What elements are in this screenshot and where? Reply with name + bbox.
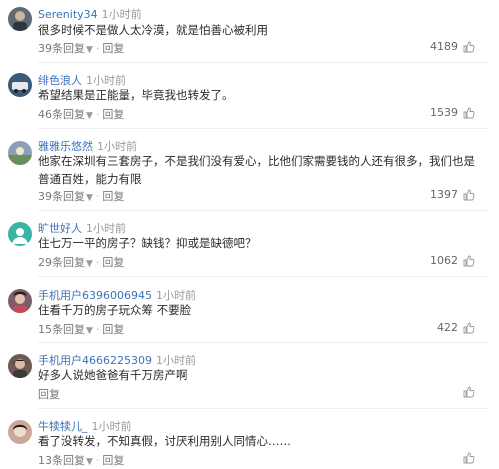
comment-text: 他家在深圳有三套房子，不是我们没有爱心，比他们家需要钱的人还有很多，我们也是普通… xyxy=(38,154,475,186)
user-avatar-icon xyxy=(8,222,32,246)
divider xyxy=(38,408,489,409)
comment-actions: 13条回复▼ · 回复 xyxy=(38,454,125,467)
comment-actions: 15条回复▼ · 回复 xyxy=(38,323,125,336)
like-group[interactable] xyxy=(458,386,475,398)
thumbs-up-icon xyxy=(463,107,475,118)
like-group[interactable]: 1062 xyxy=(430,254,475,267)
user-avatar-icon xyxy=(8,420,32,444)
avatar[interactable] xyxy=(8,420,32,444)
chevron-down-icon: ▼ xyxy=(86,457,93,467)
divider xyxy=(38,342,489,343)
avatar[interactable] xyxy=(8,73,32,97)
comment-item: 手机用户4666225309 1小时前 好多人说她爸爸有千万房产啊 回复 xyxy=(0,350,499,405)
comment-actions: 回复 xyxy=(38,386,60,402)
comment-meta: Serenity34 1小时前 xyxy=(38,6,142,22)
reply-button[interactable]: 回复 xyxy=(102,454,124,467)
reply-count-link[interactable]: 46条回复 xyxy=(38,108,85,121)
chevron-down-icon: ▼ xyxy=(86,193,93,203)
comment-text: 好多人说她爸爸有千万房产啊 xyxy=(38,368,188,382)
avatar[interactable] xyxy=(8,7,32,31)
thumbs-up-icon xyxy=(463,41,475,52)
user-avatar-icon xyxy=(8,7,32,31)
avatar[interactable] xyxy=(8,141,32,165)
comment-item: 旷世好人 1小时前 住七万一平的房子？缺钱？抑或是缺德吧？ 29条回复▼ · 回复 1… xyxy=(0,218,499,273)
timestamp: 1小时前 xyxy=(101,8,142,21)
like-group[interactable]: 4189 xyxy=(430,40,475,53)
comment-actions: 29条回复▼ · 回复 xyxy=(38,256,125,269)
reply-button[interactable]: 回复 xyxy=(102,323,124,336)
like-count: 4189 xyxy=(430,40,458,53)
comment-item: 绯色浪人 1小时前 希望结果是正能量，毕竟我也转发了。 46条回复▼ · 回复 153… xyxy=(0,70,499,125)
thumbs-up-icon xyxy=(463,255,475,266)
thumbs-up-icon xyxy=(463,322,475,333)
divider xyxy=(38,62,489,63)
user-avatar-icon xyxy=(8,73,32,97)
comment-actions: 46条回复▼ · 回复 xyxy=(38,108,125,121)
comment-actions: 39条回复▼ · 回复 xyxy=(38,42,125,55)
thumbs-up-icon xyxy=(463,386,475,398)
chevron-down-icon: ▼ xyxy=(86,45,93,55)
comment-text: 希望结果是正能量，毕竟我也转发了。 xyxy=(38,88,234,102)
comment-text: 住七万一平的房子？缺钱？抑或是缺德吧？ xyxy=(38,236,257,250)
reply-button[interactable]: 回复 xyxy=(38,388,60,401)
comment-item: 手机用户6396006945 1小时前 住看千万的房子玩众筹 不要脸 15条回复▼… xyxy=(0,285,499,340)
reply-button[interactable]: 回复 xyxy=(102,190,124,203)
like-group[interactable]: 422 xyxy=(437,321,475,334)
like-count: 1539 xyxy=(430,106,458,119)
username[interactable]: Serenity34 xyxy=(38,8,98,21)
user-avatar-icon xyxy=(8,141,32,165)
user-avatar-icon xyxy=(8,354,32,378)
chevron-down-icon: ▼ xyxy=(86,326,93,336)
reply-count-link[interactable]: 39条回复 xyxy=(38,42,85,55)
comment-text: 看了没转发，不知真假，讨厌利用别人同情心…… xyxy=(38,434,291,448)
avatar[interactable] xyxy=(8,289,32,313)
comment-item: 牛犊犊儿_ 1小时前 看了没转发，不知真假，讨厌利用别人同情心…… 13条回复▼ ·… xyxy=(0,416,499,469)
like-group[interactable]: 1539 xyxy=(430,106,475,119)
chevron-down-icon: ▼ xyxy=(86,259,93,269)
like-count: 1397 xyxy=(430,188,458,201)
like-count: 1062 xyxy=(430,254,458,267)
comment-text: 住看千万的房子玩众筹 不要脸 xyxy=(38,303,192,317)
reply-button[interactable]: 回复 xyxy=(102,108,124,121)
avatar[interactable] xyxy=(8,222,32,246)
comment-text: 很多时候不是做人太冷漠，就是怕善心被利用 xyxy=(38,23,268,37)
reply-count-link[interactable]: 15条回复 xyxy=(38,323,85,336)
avatar[interactable] xyxy=(8,354,32,378)
reply-count-link[interactable]: 13条回复 xyxy=(38,454,85,467)
reply-button[interactable]: 回复 xyxy=(102,256,124,269)
divider xyxy=(38,128,489,129)
user-avatar-icon xyxy=(8,289,32,313)
reply-button[interactable]: 回复 xyxy=(102,42,124,55)
thumbs-up-icon xyxy=(463,452,475,464)
divider xyxy=(38,210,489,211)
divider xyxy=(38,276,489,277)
comment-actions: 39条回复▼ · 回复 xyxy=(38,190,125,203)
chevron-down-icon: ▼ xyxy=(86,111,93,121)
like-group[interactable]: 1397 xyxy=(430,188,475,201)
thumbs-up-icon xyxy=(463,189,475,200)
comment-item: Serenity34 1小时前 很多时候不是做人太冷漠，就是怕善心被利用 39条回… xyxy=(0,0,499,60)
like-count: 422 xyxy=(437,321,458,334)
comment-item: 雅雅乐悠然 1小时前 他家在深圳有三套房子，不是我们没有爱心，比他们家需要钱的人还… xyxy=(0,136,499,208)
like-group[interactable] xyxy=(458,452,475,464)
reply-count-link[interactable]: 29条回复 xyxy=(38,256,85,269)
reply-count-link[interactable]: 39条回复 xyxy=(38,190,85,203)
